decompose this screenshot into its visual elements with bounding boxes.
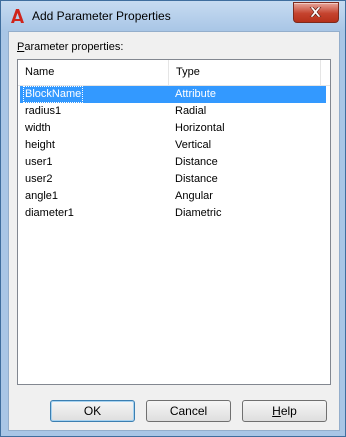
row-name: BlockName [23,86,84,103]
table-row[interactable]: user1 Distance [18,154,330,171]
title-bar[interactable]: Add Parameter Properties [1,1,345,31]
close-button[interactable] [293,2,339,23]
table-row[interactable]: BlockName Attribute [20,86,326,103]
row-name: radius1 [25,105,62,117]
row-type: Horizontal [175,122,225,134]
table-row[interactable]: width Horizontal [18,120,330,137]
column-header-name[interactable]: Name [18,60,169,85]
close-icon [309,7,322,17]
table-row[interactable]: diameter1 Diametric [18,205,330,222]
row-type: Distance [175,173,218,185]
table-row[interactable]: user2 Distance [18,171,330,188]
row-name: height [25,139,55,151]
ok-button[interactable]: OK [50,400,135,422]
dialog-title: Add Parameter Properties [32,9,171,23]
help-button[interactable]: Help [242,400,327,422]
row-name: diameter1 [25,207,74,219]
row-type: Radial [175,105,207,117]
table-row[interactable]: radius1 Radial [18,103,330,120]
row-type: Diametric [175,207,222,219]
list-rows: BlockName Attribute radius1 Radial width… [18,86,330,222]
row-type: Angular [175,190,213,202]
row-type: Attribute [175,88,216,100]
table-row[interactable]: height Vertical [18,137,330,154]
list-header: Name Type [18,60,330,86]
table-row[interactable]: angle1 Angular [18,188,330,205]
column-header-type[interactable]: Type [169,60,321,85]
autocad-icon [11,9,24,23]
dialog-window: Add Parameter Properties Parameter prope… [0,0,346,437]
row-type: Vertical [175,139,212,151]
row-name: user1 [25,156,53,168]
row-type: Distance [175,156,218,168]
row-name: user2 [25,173,53,185]
row-name: width [25,122,51,134]
row-name: angle1 [25,190,59,202]
parameter-properties-label: Parameter properties: [17,41,124,53]
dialog-body: Parameter properties: Name Type BlockNam… [8,31,340,431]
parameter-list[interactable]: Name Type BlockName Attribute radius1 Ra… [17,59,331,385]
cancel-button[interactable]: Cancel [146,400,231,422]
